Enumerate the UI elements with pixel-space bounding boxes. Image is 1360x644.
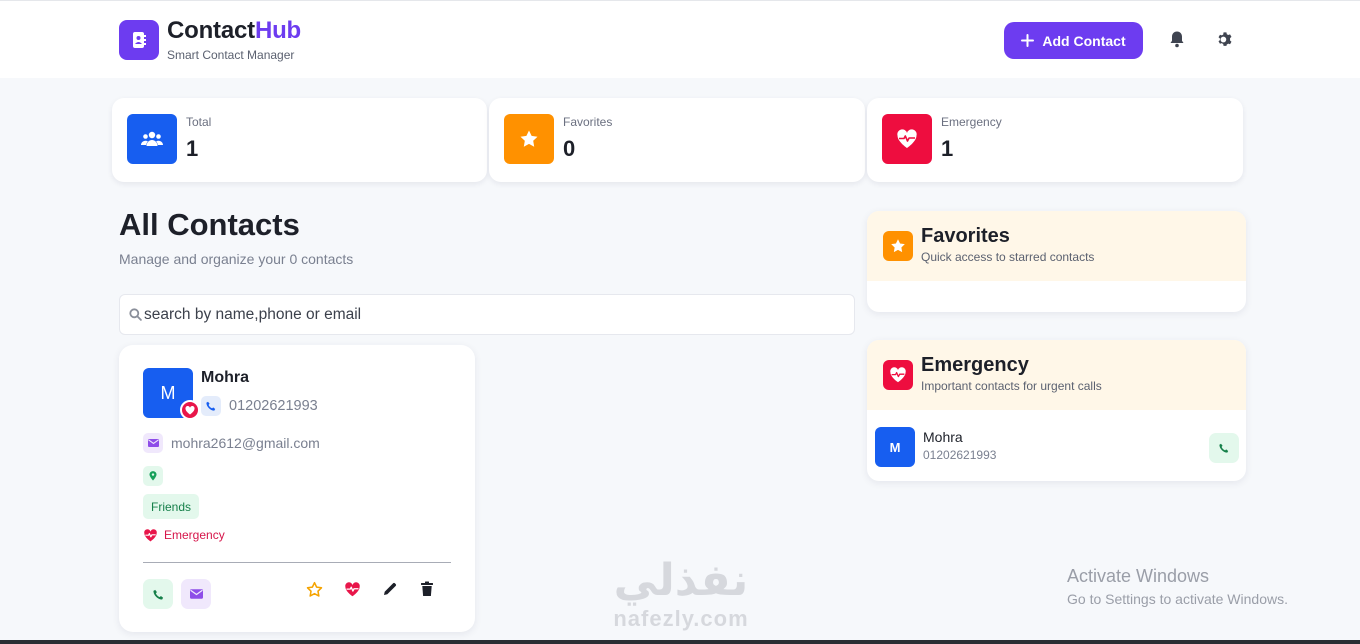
divider	[143, 562, 451, 563]
emergency-heart-icon	[180, 400, 200, 420]
site-watermark: نفذلي nafezly.com	[596, 556, 766, 644]
heart-pulse-icon	[144, 528, 157, 541]
search-input[interactable]	[144, 295, 844, 334]
email-button[interactable]	[181, 579, 211, 609]
emergency-toggle-button[interactable]	[342, 579, 362, 599]
star-icon	[504, 114, 554, 164]
phone-icon	[152, 589, 163, 600]
contact-email: mohra2612@gmail.com	[171, 435, 320, 451]
mail-icon	[189, 589, 203, 599]
phone-icon	[201, 396, 221, 416]
heart-pulse-icon	[883, 360, 913, 390]
emergency-contact-phone: 01202621993	[923, 448, 997, 462]
pencil-icon	[384, 582, 397, 595]
emergency-badge: Emergency	[143, 528, 225, 542]
favorites-subtitle: Quick access to starred contacts	[921, 250, 1095, 264]
mail-icon	[143, 433, 163, 453]
search-icon	[129, 308, 142, 321]
contact-book-icon	[119, 20, 159, 60]
emergency-contact-name: Mohra	[923, 429, 963, 445]
contact-tag: Friends	[143, 494, 200, 519]
add-contact-label: Add Contact	[1042, 32, 1126, 49]
phone-icon	[1219, 443, 1229, 453]
watermark-arabic: نفذلي	[613, 555, 749, 606]
emergency-panel-header: Emergency Important contacts for urgent …	[867, 340, 1246, 410]
avatar: M	[875, 427, 915, 467]
page-subtitle: Manage and organize your 0 contacts	[119, 251, 354, 267]
bell-icon[interactable]	[1166, 28, 1188, 50]
emergency-subtitle: Important contacts for urgent calls	[921, 379, 1102, 393]
contact-name: Mohra	[201, 369, 249, 386]
stat-value: 1	[941, 136, 954, 161]
stat-label: Emergency	[941, 115, 1002, 129]
activate-windows-subtitle: Go to Settings to activate Windows.	[1067, 591, 1288, 607]
brand-tagline: Smart Contact Manager	[167, 48, 295, 62]
favorite-star-button[interactable]	[304, 579, 324, 599]
stat-card-favorites: Favorites 0	[489, 98, 865, 182]
emergency-title: Emergency	[921, 354, 1029, 376]
delete-button[interactable]	[417, 579, 437, 599]
stat-label: Favorites	[563, 115, 613, 129]
users-icon	[127, 114, 177, 164]
contact-card[interactable]: M Mohra 01202621993 mohra2612@gmail.com …	[119, 345, 475, 632]
add-contact-button[interactable]: Add Contact	[1004, 22, 1143, 59]
favorites-panel-header: Favorites Quick access to starred contac…	[867, 211, 1246, 281]
top-bar: ContactHub Smart Contact Manager Add Con…	[0, 0, 1360, 78]
emergency-label: Emergency	[164, 528, 225, 542]
plus-icon	[1021, 34, 1035, 47]
taskbar-strip	[0, 640, 1360, 644]
stat-card-emergency: Emergency 1	[867, 98, 1243, 182]
star-icon	[883, 231, 913, 261]
favorites-title: Favorites	[921, 225, 1010, 247]
page-title: All Contacts	[119, 207, 300, 242]
location-pin-icon	[143, 466, 163, 486]
stat-value: 1	[186, 136, 199, 161]
edit-button[interactable]	[380, 579, 400, 599]
search-box	[119, 294, 855, 335]
heart-pulse-icon	[344, 581, 360, 596]
stat-card-total: Total 1	[112, 98, 487, 182]
call-button[interactable]	[1209, 433, 1239, 463]
favorites-panel: Favorites Quick access to starred contac…	[867, 211, 1246, 312]
trash-icon	[421, 581, 433, 596]
call-button[interactable]	[143, 579, 173, 609]
activate-windows-title: Activate Windows	[1067, 566, 1210, 586]
heart-pulse-icon	[882, 114, 932, 164]
star-outline-icon	[306, 581, 322, 597]
gear-icon[interactable]	[1214, 28, 1236, 50]
stat-value: 0	[563, 136, 576, 161]
brand-name: ContactHub	[167, 17, 301, 44]
watermark-latin: nafezly.com	[613, 606, 749, 631]
stat-label: Total	[186, 115, 212, 129]
emergency-panel: Emergency Important contacts for urgent …	[867, 340, 1246, 481]
contact-phone: 01202621993	[229, 398, 318, 414]
